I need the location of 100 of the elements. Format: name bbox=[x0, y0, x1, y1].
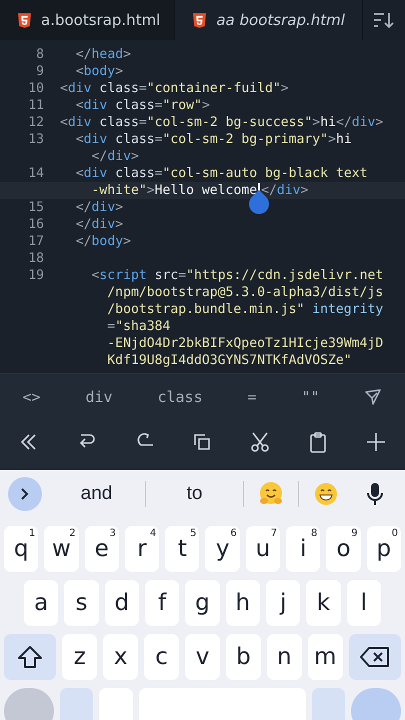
line-number: 15 bbox=[28, 200, 44, 215]
keyboard-key[interactable]: j bbox=[266, 580, 300, 626]
code-tag: div bbox=[68, 115, 92, 130]
code-tag: script bbox=[99, 268, 147, 283]
backspace-key[interactable] bbox=[348, 634, 402, 680]
code-punctuation: < bbox=[90, 268, 100, 283]
keyboard-key[interactable]: m bbox=[308, 634, 343, 680]
suggestion[interactable]: to bbox=[146, 482, 243, 506]
keyboard-key[interactable]: z bbox=[62, 634, 98, 680]
microphone-icon bbox=[366, 482, 384, 506]
keyboard-key[interactable]: r 4 bbox=[124, 526, 160, 572]
code-tag: div bbox=[107, 149, 131, 164]
code-string: "https://cdn.jsdelivr.net bbox=[186, 268, 384, 283]
html5-icon bbox=[193, 12, 206, 28]
code-punctuation: > bbox=[375, 115, 384, 130]
keyboard-key[interactable]: n bbox=[266, 634, 302, 680]
grinning-face-icon bbox=[313, 481, 339, 507]
code-string: -ENjdO4Dr2bkBIFxQpeoTz1HIcje39Wm4jD bbox=[106, 336, 384, 351]
keyboard-key[interactable]: x bbox=[103, 634, 138, 680]
keyboard-key[interactable]: c bbox=[144, 634, 180, 680]
code-punctuation: > bbox=[146, 183, 155, 198]
keyboard-key[interactable]: a bbox=[24, 580, 58, 626]
line-number: 14 bbox=[28, 166, 44, 181]
code-punctuation: > bbox=[115, 64, 124, 79]
html5-icon bbox=[18, 12, 31, 28]
expand-button[interactable] bbox=[8, 477, 42, 511]
code-punctuation: > bbox=[312, 115, 320, 130]
shift-icon bbox=[17, 645, 44, 669]
code-tag: div bbox=[68, 81, 92, 96]
code-string: /npm/bootstrap@5.3.0-alpha3/dist/js bbox=[106, 285, 384, 300]
code-string: "col-sm-2 bg-success" bbox=[146, 115, 312, 130]
keyboard-key[interactable]: s bbox=[64, 580, 99, 626]
code-punctuation: < bbox=[74, 98, 84, 113]
keyboard-key[interactable]: f bbox=[144, 580, 180, 626]
snippet-button[interactable]: class bbox=[149, 384, 211, 410]
line-number: 19 bbox=[28, 268, 44, 283]
key-hint: 3 bbox=[110, 528, 116, 539]
code-text: hi bbox=[320, 115, 336, 130]
key-hint: 9 bbox=[351, 528, 358, 539]
keyboard-key[interactable]: e 3 bbox=[84, 526, 119, 572]
code-string: "sha384 bbox=[115, 319, 170, 334]
keyboard-key[interactable]: g bbox=[185, 580, 220, 626]
code-string: -white" bbox=[90, 183, 147, 198]
keyboard-key[interactable]: y 6 bbox=[205, 526, 240, 572]
file-tab[interactable]: aa bootsrap.html bbox=[175, 0, 364, 40]
sort-icon bbox=[373, 11, 396, 29]
line-number: 9 bbox=[36, 64, 44, 79]
snippet-button[interactable]: = bbox=[240, 384, 265, 410]
keyboard-key[interactable]: p 0 bbox=[366, 526, 401, 572]
keyboard-key[interactable]: o 9 bbox=[326, 526, 361, 572]
keyboard-key[interactable]: h bbox=[226, 580, 260, 626]
snippet-button[interactable]: div bbox=[77, 384, 121, 410]
code-tag: div bbox=[92, 200, 116, 215]
code-punctuation: < bbox=[74, 64, 84, 79]
plus-icon bbox=[364, 431, 387, 453]
shift-key[interactable] bbox=[4, 634, 56, 680]
suggestion[interactable]: and bbox=[48, 482, 145, 506]
code-tag: body bbox=[92, 234, 124, 249]
code-tag: div bbox=[276, 183, 301, 198]
code-string: "col-sm-2 bg-primary" bbox=[162, 132, 328, 147]
code-punctuation: > bbox=[280, 81, 289, 96]
snippet-button[interactable]: "" bbox=[293, 384, 328, 410]
keyboard-key[interactable]: d bbox=[104, 580, 139, 626]
line-number: 10 bbox=[28, 81, 44, 96]
code-text: hi bbox=[336, 132, 352, 147]
code-punctuation: > bbox=[115, 217, 124, 232]
keyboard-key[interactable]: k bbox=[306, 580, 341, 626]
code-punctuation: = bbox=[138, 81, 147, 96]
code-punctuation: </ bbox=[336, 115, 352, 130]
code-string: "col-sm-auto bg-black text bbox=[162, 166, 368, 181]
chevron-icon bbox=[19, 487, 31, 501]
code-attribute: class bbox=[98, 81, 139, 96]
key-hint: 0 bbox=[392, 528, 398, 539]
send-icon bbox=[364, 388, 382, 406]
sort-button[interactable] bbox=[363, 0, 405, 40]
code-punctuation: = bbox=[138, 115, 147, 130]
keyboard-key[interactable]: b bbox=[226, 634, 261, 680]
code-tag: head bbox=[92, 47, 124, 62]
code-attribute: class bbox=[98, 115, 139, 130]
key-hint: 5 bbox=[190, 528, 196, 539]
code-punctuation: </ bbox=[74, 217, 92, 232]
keyboard-key[interactable]: u 7 bbox=[246, 526, 280, 572]
code-tag: div bbox=[84, 98, 108, 113]
code-punctuation: < bbox=[74, 132, 84, 147]
code-string: "row" bbox=[162, 98, 202, 113]
snippet-button[interactable]: <> bbox=[14, 384, 49, 410]
keyboard-key[interactable]: i 8 bbox=[286, 526, 320, 572]
code-attribute: class bbox=[114, 132, 155, 147]
key-hint: 1 bbox=[28, 528, 36, 539]
keyboard-key[interactable]: w 2 bbox=[44, 526, 79, 572]
code-punctuation: </ bbox=[90, 149, 108, 164]
code-punctuation: < bbox=[60, 81, 68, 96]
line-number: 12 bbox=[28, 115, 44, 130]
keyboard-key[interactable]: l bbox=[346, 580, 381, 626]
keyboard-key[interactable]: t 5 bbox=[165, 526, 200, 572]
key-hint: 8 bbox=[311, 528, 318, 539]
keyboard-key[interactable]: q 1 bbox=[4, 526, 38, 572]
key-hint: 2 bbox=[69, 528, 76, 539]
code-punctuation: </ bbox=[74, 200, 92, 215]
keyboard-key[interactable]: v bbox=[185, 634, 220, 680]
